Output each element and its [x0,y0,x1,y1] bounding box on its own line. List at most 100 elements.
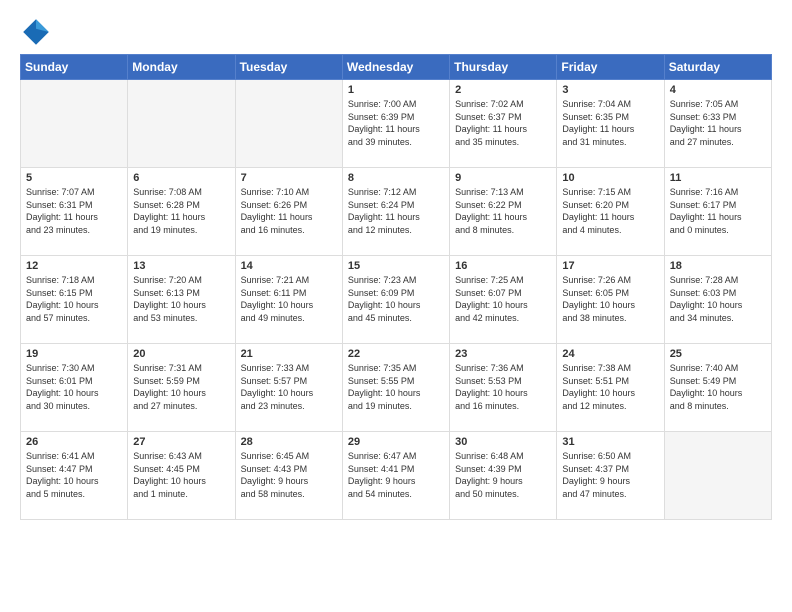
day-number: 30 [455,436,551,448]
day-number: 9 [455,172,551,184]
day-info: Sunrise: 7:33 AM Sunset: 5:57 PM Dayligh… [241,362,337,412]
day-number: 14 [241,260,337,272]
day-cell-15: 15 Sunrise: 7:23 AM Sunset: 6:09 PM Dayli… [342,256,449,344]
day-cell-12: 12Sunrise: 7:18 AM Sunset: 6:15 PM Dayli… [21,256,128,344]
header-row: SundayMondayTuesdayWednesdayThursdayFrid… [21,55,772,80]
day-header-thursday: Thursday [450,55,557,80]
calendar-header: SundayMondayTuesdayWednesdayThursdayFrid… [21,55,772,80]
day-cell-27: 27 Sunrise: 6:43 AM Sunset: 4:45 PM Dayli… [128,432,235,520]
day-info: Sunrise: 7:28 AM Sunset: 6:03 PM Dayligh… [670,274,766,324]
day-info: Sunrise: 6:50 AM Sunset: 4:37 PM Dayligh… [562,450,658,500]
day-info: Sunrise: 7:10 AM Sunset: 6:26 PM Dayligh… [241,186,337,236]
day-info: Sunrise: 6:48 AM Sunset: 4:39 PM Dayligh… [455,450,551,500]
day-cell-24: 24 Sunrise: 7:38 AM Sunset: 5:51 PM Dayli… [557,344,664,432]
day-number: 24 [562,348,658,360]
day-cell-30: 30 Sunrise: 6:48 AM Sunset: 4:39 PM Dayli… [450,432,557,520]
day-cell-10: 10 Sunrise: 7:15 AM Sunset: 6:20 PM Dayli… [557,168,664,256]
day-header-monday: Monday [128,55,235,80]
day-cell-26: 26 Sunrise: 6:41 AM Sunset: 4:47 PM Dayli… [21,432,128,520]
day-info: Sunrise: 7:23 AM Sunset: 6:09 PM Dayligh… [348,274,444,324]
day-number: 17 [562,260,658,272]
page: SundayMondayTuesdayWednesdayThursdayFrid… [0,0,792,530]
day-cell-4: 4 Sunrise: 7:05 AM Sunset: 6:33 PM Daylig… [664,80,771,168]
day-cell-1: 1 Sunrise: 7:00 AM Sunset: 6:39 PM Daylig… [342,80,449,168]
day-number: 1 [348,84,444,96]
day-cell-31: 31 Sunrise: 6:50 AM Sunset: 4:37 PM Dayli… [557,432,664,520]
day-header-saturday: Saturday [664,55,771,80]
calendar: SundayMondayTuesdayWednesdayThursdayFrid… [20,54,772,520]
day-info: Sunrise: 7:26 AM Sunset: 6:05 PM Dayligh… [562,274,658,324]
day-number: 28 [241,436,337,448]
day-info: Sunrise: 7:36 AM Sunset: 5:53 PM Dayligh… [455,362,551,412]
day-number: 7 [241,172,337,184]
day-cell-28: 28 Sunrise: 6:45 AM Sunset: 4:43 PM Dayli… [235,432,342,520]
day-number: 11 [670,172,766,184]
day-info: Sunrise: 7:35 AM Sunset: 5:55 PM Dayligh… [348,362,444,412]
day-info: Sunrise: 7:13 AM Sunset: 6:22 PM Dayligh… [455,186,551,236]
day-cell-3: 3 Sunrise: 7:04 AM Sunset: 6:35 PM Daylig… [557,80,664,168]
day-header-tuesday: Tuesday [235,55,342,80]
day-number: 10 [562,172,658,184]
day-number: 5 [26,172,122,184]
day-number: 27 [133,436,229,448]
day-cell-29: 29Sunrise: 6:47 AM Sunset: 4:41 PM Dayli… [342,432,449,520]
day-number: 31 [562,436,658,448]
day-cell-8: 8Sunrise: 7:12 AM Sunset: 6:24 PM Daylig… [342,168,449,256]
day-info: Sunrise: 7:07 AM Sunset: 6:31 PM Dayligh… [26,186,122,236]
day-number: 19 [26,348,122,360]
day-info: Sunrise: 7:15 AM Sunset: 6:20 PM Dayligh… [562,186,658,236]
day-info: Sunrise: 7:00 AM Sunset: 6:39 PM Dayligh… [348,98,444,148]
day-number: 21 [241,348,337,360]
day-info: Sunrise: 7:04 AM Sunset: 6:35 PM Dayligh… [562,98,658,148]
day-cell-21: 21 Sunrise: 7:33 AM Sunset: 5:57 PM Dayli… [235,344,342,432]
week-row-1: 5 Sunrise: 7:07 AM Sunset: 6:31 PM Daylig… [21,168,772,256]
day-info: Sunrise: 6:43 AM Sunset: 4:45 PM Dayligh… [133,450,229,500]
day-info: Sunrise: 7:31 AM Sunset: 5:59 PM Dayligh… [133,362,229,412]
day-number: 20 [133,348,229,360]
day-cell-9: 9 Sunrise: 7:13 AM Sunset: 6:22 PM Daylig… [450,168,557,256]
day-cell-14: 14 Sunrise: 7:21 AM Sunset: 6:11 PM Dayli… [235,256,342,344]
day-number: 23 [455,348,551,360]
day-number: 2 [455,84,551,96]
week-row-4: 26 Sunrise: 6:41 AM Sunset: 4:47 PM Dayli… [21,432,772,520]
day-info: Sunrise: 7:21 AM Sunset: 6:11 PM Dayligh… [241,274,337,324]
day-info: Sunrise: 7:40 AM Sunset: 5:49 PM Dayligh… [670,362,766,412]
calendar-body: 1 Sunrise: 7:00 AM Sunset: 6:39 PM Daylig… [21,80,772,520]
day-info: Sunrise: 6:45 AM Sunset: 4:43 PM Dayligh… [241,450,337,500]
day-number: 15 [348,260,444,272]
day-number: 13 [133,260,229,272]
day-info: Sunrise: 6:41 AM Sunset: 4:47 PM Dayligh… [26,450,122,500]
day-cell-18: 18Sunrise: 7:28 AM Sunset: 6:03 PM Dayli… [664,256,771,344]
day-info: Sunrise: 7:02 AM Sunset: 6:37 PM Dayligh… [455,98,551,148]
empty-cell [664,432,771,520]
day-number: 6 [133,172,229,184]
day-cell-22: 22Sunrise: 7:35 AM Sunset: 5:55 PM Dayli… [342,344,449,432]
day-number: 4 [670,84,766,96]
day-number: 26 [26,436,122,448]
day-cell-7: 7 Sunrise: 7:10 AM Sunset: 6:26 PM Daylig… [235,168,342,256]
day-info: Sunrise: 6:47 AM Sunset: 4:41 PM Dayligh… [348,450,444,500]
header [20,16,772,48]
day-cell-6: 6Sunrise: 7:08 AM Sunset: 6:28 PM Daylig… [128,168,235,256]
week-row-0: 1 Sunrise: 7:00 AM Sunset: 6:39 PM Daylig… [21,80,772,168]
logo-icon [20,16,52,48]
day-info: Sunrise: 7:38 AM Sunset: 5:51 PM Dayligh… [562,362,658,412]
day-cell-23: 23 Sunrise: 7:36 AM Sunset: 5:53 PM Dayli… [450,344,557,432]
day-cell-19: 19 Sunrise: 7:30 AM Sunset: 6:01 PM Dayli… [21,344,128,432]
day-cell-11: 11 Sunrise: 7:16 AM Sunset: 6:17 PM Dayli… [664,168,771,256]
day-info: Sunrise: 7:12 AM Sunset: 6:24 PM Dayligh… [348,186,444,236]
day-cell-16: 16Sunrise: 7:25 AM Sunset: 6:07 PM Dayli… [450,256,557,344]
day-info: Sunrise: 7:30 AM Sunset: 6:01 PM Dayligh… [26,362,122,412]
empty-cell [235,80,342,168]
day-header-friday: Friday [557,55,664,80]
day-cell-2: 2 Sunrise: 7:02 AM Sunset: 6:37 PM Daylig… [450,80,557,168]
day-header-sunday: Sunday [21,55,128,80]
day-number: 3 [562,84,658,96]
day-info: Sunrise: 7:05 AM Sunset: 6:33 PM Dayligh… [670,98,766,148]
day-header-wednesday: Wednesday [342,55,449,80]
week-row-3: 19 Sunrise: 7:30 AM Sunset: 6:01 PM Dayli… [21,344,772,432]
empty-cell [21,80,128,168]
day-info: Sunrise: 7:16 AM Sunset: 6:17 PM Dayligh… [670,186,766,236]
day-cell-25: 25Sunrise: 7:40 AM Sunset: 5:49 PM Dayli… [664,344,771,432]
day-info: Sunrise: 7:25 AM Sunset: 6:07 PM Dayligh… [455,274,551,324]
